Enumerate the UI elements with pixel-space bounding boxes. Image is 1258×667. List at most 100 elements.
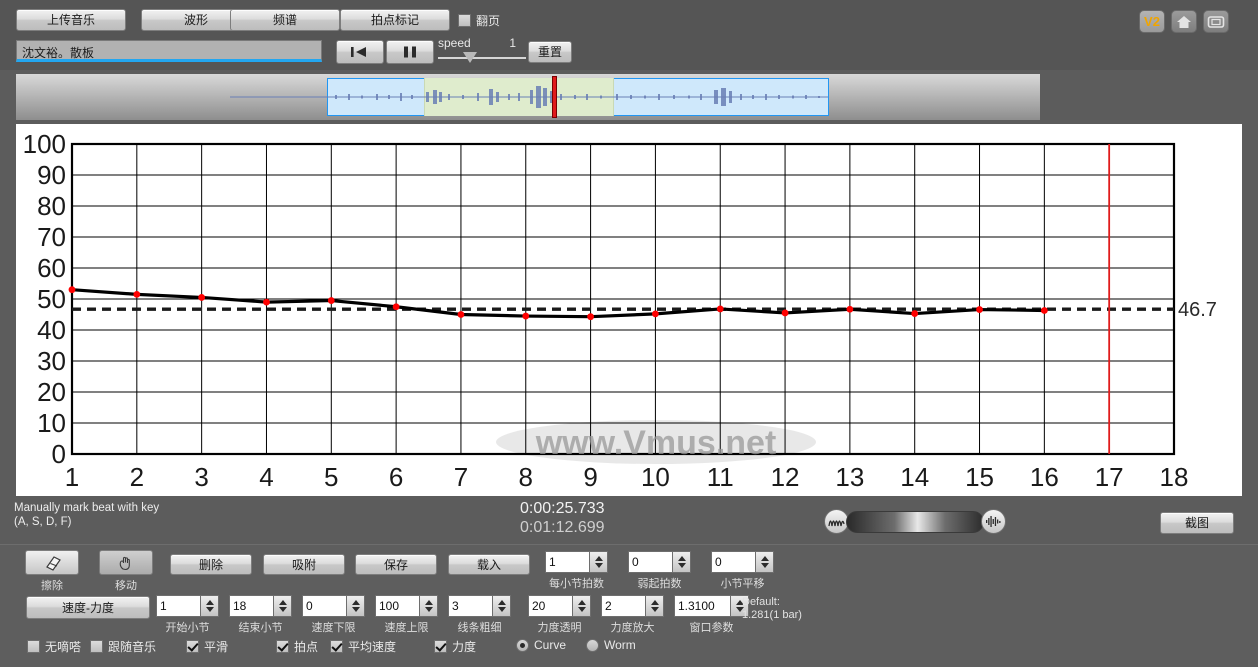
flip-page-checkbox[interactable]: 翻页: [458, 12, 500, 29]
line-width-arrows[interactable]: [492, 595, 511, 617]
dynamics-scale-arrows[interactable]: [645, 595, 664, 617]
start-bar-input[interactable]: [156, 595, 200, 617]
top-toolbar: 上传音乐 波形 频谱 拍点标记 翻页 沈文裕。散板 speed 1: [0, 0, 1258, 70]
end-bar[interactable]: 结束小节: [229, 595, 292, 635]
mode-button[interactable]: 速度-力度: [26, 596, 150, 619]
beats-per-bar[interactable]: 每小节拍数: [545, 551, 608, 591]
capture-button[interactable]: 截图: [1160, 512, 1234, 534]
waveform-overview[interactable]: [16, 74, 1040, 120]
volume-slider-track[interactable]: [846, 511, 984, 533]
start-bar-arrows[interactable]: [200, 595, 219, 617]
speed-slider-thumb[interactable]: [463, 52, 477, 63]
tempo-min-input[interactable]: [302, 595, 346, 617]
pickup-beats-input[interactable]: [628, 551, 672, 573]
line-width-spinner[interactable]: [448, 595, 511, 617]
dynamics-checkbox[interactable]: 力度: [434, 638, 476, 655]
dynamics-scale-input[interactable]: [601, 595, 645, 617]
bar-shift-input[interactable]: [711, 551, 755, 573]
worm-radio-button[interactable]: [586, 639, 599, 652]
window-param-input[interactable]: [674, 595, 730, 617]
erase-tool[interactable]: 擦除: [25, 550, 79, 593]
delete-button[interactable]: 删除: [170, 554, 252, 575]
no-tick-checkbox-box[interactable]: [27, 640, 40, 653]
dynamics-scale[interactable]: 力度放大: [601, 595, 664, 635]
smooth-checkbox[interactable]: 平滑: [186, 638, 228, 655]
beats-per-bar-spinner[interactable]: [545, 551, 608, 573]
speed-slider-track[interactable]: [438, 57, 526, 59]
start-bar[interactable]: 开始小节: [156, 595, 219, 635]
beats-checkbox[interactable]: 拍点: [276, 638, 318, 655]
pickup-beats-arrows[interactable]: [672, 551, 691, 573]
beats-per-bar-arrows[interactable]: [589, 551, 608, 573]
tempo-min-arrows[interactable]: [346, 595, 365, 617]
dynamics-opacity-label: 力度透明: [538, 619, 582, 635]
version-badge[interactable]: V2: [1139, 10, 1165, 33]
upload-music-button[interactable]: 上传音乐: [16, 9, 126, 31]
beat-mark-button[interactable]: 拍点标记: [340, 9, 450, 31]
track-name-field[interactable]: 沈文裕。散板: [16, 40, 322, 62]
flip-page-checkbox-box[interactable]: [458, 14, 471, 27]
bar-shift-arrows[interactable]: [755, 551, 774, 573]
beats-checkbox-box[interactable]: [276, 640, 289, 653]
spectrum-view-icon[interactable]: [981, 509, 1006, 534]
end-bar-input[interactable]: [229, 595, 273, 617]
tempo-max[interactable]: 速度上限: [375, 595, 438, 635]
line-width-input[interactable]: [448, 595, 492, 617]
dynamics-checkbox-box[interactable]: [434, 640, 447, 653]
start-bar-spinner[interactable]: [156, 595, 219, 617]
move-tool-button[interactable]: [99, 550, 153, 575]
speed-slider[interactable]: speed 1: [438, 36, 526, 66]
waveform-playhead[interactable]: [552, 76, 557, 118]
window-param-spinner[interactable]: [674, 595, 749, 617]
tempo-max-input[interactable]: [375, 595, 419, 617]
end-bar-arrows[interactable]: [273, 595, 292, 617]
dynamics-opacity-input[interactable]: [528, 595, 572, 617]
snap-button[interactable]: 吸附: [263, 554, 345, 575]
move-tool[interactable]: 移动: [99, 550, 153, 593]
tempo-chart-panel[interactable]: 0102030405060708090100 12345678910111213…: [16, 124, 1242, 496]
worm-radio[interactable]: Worm: [586, 638, 636, 652]
line-width[interactable]: 线条粗细: [448, 595, 511, 635]
dynamics-opacity[interactable]: 力度透明: [528, 595, 591, 635]
end-bar-spinner[interactable]: [229, 595, 292, 617]
average-tempo-checkbox-box[interactable]: [330, 640, 343, 653]
tempo-min[interactable]: 速度下限: [302, 595, 365, 635]
smooth-checkbox-box[interactable]: [186, 640, 199, 653]
dynamics-opacity-arrows[interactable]: [572, 595, 591, 617]
pickup-beats-spinner[interactable]: [628, 551, 691, 573]
pickup-beats-label: 弱起拍数: [638, 575, 682, 591]
curve-radio[interactable]: Curve: [516, 638, 566, 652]
tempo-min-spinner[interactable]: [302, 595, 365, 617]
no-tick-checkbox[interactable]: 无嘀嗒: [27, 638, 81, 655]
svg-text:100: 100: [23, 129, 66, 159]
tempo-max-arrows[interactable]: [419, 595, 438, 617]
bar-shift-spinner[interactable]: [711, 551, 774, 573]
start-bar-label: 开始小节: [166, 619, 210, 635]
rewind-button[interactable]: [336, 40, 384, 64]
dynamics-scale-spinner[interactable]: [601, 595, 664, 617]
save-button[interactable]: 保存: [355, 554, 437, 575]
spectrum-button[interactable]: 频谱: [230, 9, 340, 31]
dynamics-opacity-spinner[interactable]: [528, 595, 591, 617]
follow-music-checkbox[interactable]: 跟随音乐: [90, 638, 156, 655]
average-tempo-checkbox[interactable]: 平均速度: [330, 638, 396, 655]
bar-shift[interactable]: 小节平移: [711, 551, 774, 591]
svg-text:2: 2: [130, 462, 144, 492]
tempo-chart[interactable]: 0102030405060708090100 12345678910111213…: [16, 124, 1242, 496]
window-param[interactable]: 窗口参数: [674, 595, 749, 635]
waveform-overview-canvas[interactable]: [230, 78, 828, 116]
pickup-beats[interactable]: 弱起拍数: [628, 551, 691, 591]
volume-control[interactable]: [824, 509, 1006, 535]
curve-radio-button[interactable]: [516, 639, 529, 652]
fullscreen-button[interactable]: [1203, 10, 1229, 33]
tempo-max-spinner[interactable]: [375, 595, 438, 617]
load-button[interactable]: 载入: [448, 554, 530, 575]
follow-music-checkbox-box[interactable]: [90, 640, 103, 653]
svg-text:18: 18: [1160, 462, 1189, 492]
pause-button[interactable]: [386, 40, 434, 64]
bar-shift-label: 小节平移: [721, 575, 765, 591]
erase-tool-button[interactable]: [25, 550, 79, 575]
reset-button[interactable]: 重置: [528, 41, 572, 63]
home-button[interactable]: [1171, 10, 1197, 33]
beats-per-bar-input[interactable]: [545, 551, 589, 573]
